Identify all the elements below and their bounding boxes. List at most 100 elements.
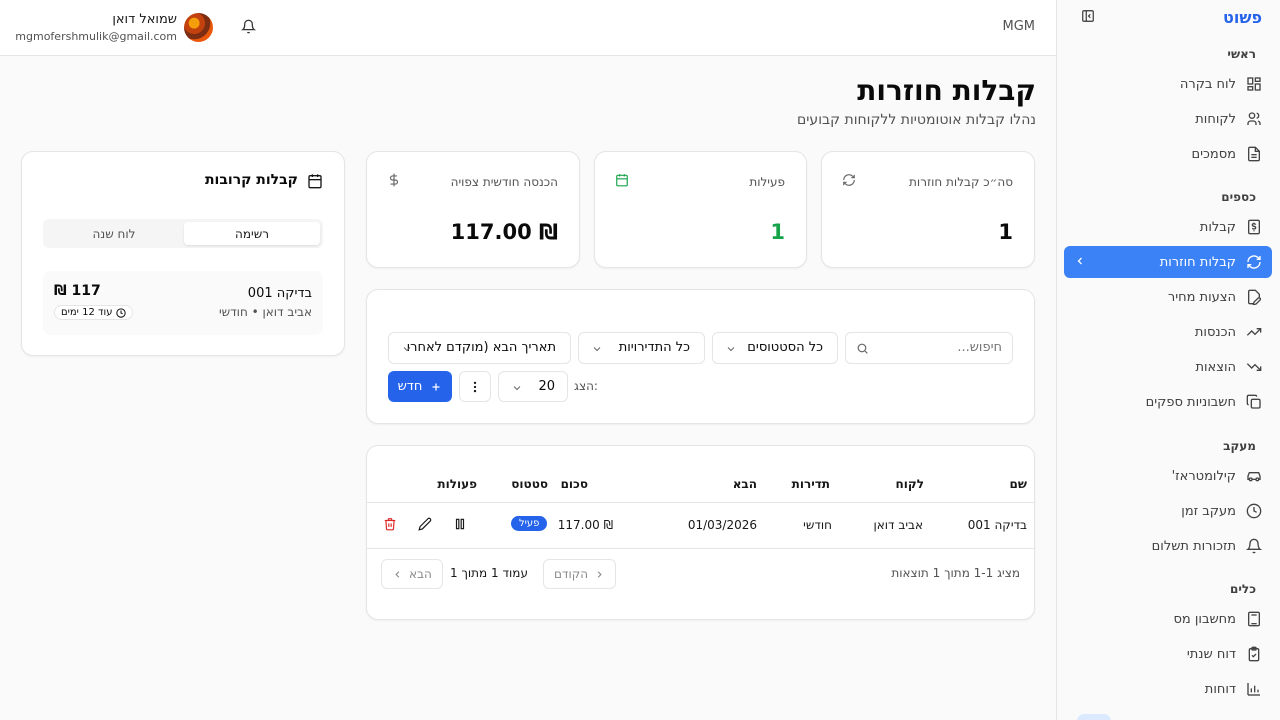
sidebar-item-reports[interactable]: דוחות — [1064, 673, 1272, 705]
more-vertical-icon — [468, 380, 482, 394]
stat-card-total: סה״כ קבלות חוזרות 1 — [821, 151, 1035, 268]
col-header-amount[interactable]: סכום — [561, 477, 588, 491]
stat-value: ₪ 117.00 — [450, 220, 558, 244]
edit-icon[interactable] — [418, 517, 432, 531]
sidebar-item-label: לקוחות — [1195, 111, 1236, 127]
filters-panel: כל הסטטוסים כל התדירויות תאריך הבא (מוקד… — [366, 289, 1035, 424]
col-header-frequency[interactable]: תדירות — [792, 477, 830, 491]
upcoming-title: קבלות קרובות — [204, 172, 298, 188]
sidebar-item-quotes[interactable]: הצעות מחיר — [1064, 281, 1272, 313]
upcoming-item[interactable]: בדיקה 001 אביב דואן • חודשי 117 ₪ עוד 12… — [43, 271, 323, 335]
tab-list[interactable]: רשימה — [184, 222, 320, 245]
sidebar-item-label: לוח בקרה — [1179, 76, 1236, 92]
sidebar-item-label: קבלות — [1199, 219, 1236, 235]
upcoming-receipts-card: קבלות קרובות רשימה לוח שנה בדיקה 001 אבי… — [21, 151, 345, 356]
upcoming-item-sub: אביב דואן • חודשי — [218, 305, 312, 319]
page-size-label: הצג: — [574, 379, 598, 393]
view-tabs: רשימה לוח שנה — [43, 219, 323, 248]
clipboard-check-icon — [1246, 646, 1262, 662]
sidebar-item-documents[interactable]: מסמכים — [1064, 138, 1272, 170]
page-size-value: 20 — [538, 379, 555, 394]
sidebar-item-label: קילומטראז' — [1171, 468, 1236, 484]
col-header-next[interactable]: הבא — [733, 477, 757, 491]
sidebar-item-label: הכנסות — [1194, 324, 1236, 340]
sidebar-item-receipts[interactable]: קבלות — [1064, 211, 1272, 243]
delete-icon[interactable] — [383, 517, 397, 531]
sidebar-item-label: מחשבון מס — [1173, 611, 1236, 627]
sidebar-item-recurring[interactable]: קבלות חוזרות — [1064, 246, 1272, 278]
sidebar-item-payment-reminders[interactable]: תזכורות תשלום — [1064, 530, 1272, 562]
brand-logo[interactable]: פשוט — [1223, 8, 1262, 27]
stat-value: 1 — [770, 220, 785, 244]
dollar-icon — [387, 173, 401, 187]
sort-select[interactable]: תאריך הבא (מוקדם לאחרו — [388, 332, 571, 364]
search-field[interactable] — [845, 332, 1013, 364]
top-bar: MGM שמואל דואן mgmofershmulik@gmail.com — [0, 0, 1056, 56]
prev-label: הקודם — [554, 567, 589, 581]
chevron-left-icon — [1074, 255, 1086, 267]
car-icon — [1246, 468, 1262, 484]
cell-frequency: חודשי — [803, 518, 832, 532]
search-input[interactable] — [872, 340, 1002, 355]
sidebar-item-dashboard[interactable]: לוח בקרה — [1064, 68, 1272, 100]
next-label: הבא — [409, 567, 432, 581]
sidebar-item-tax-calculator[interactable]: מחשבון מס — [1064, 603, 1272, 635]
sidebar-item-annual-report[interactable]: דוח שנתי — [1064, 638, 1272, 670]
frequency-select[interactable]: כל התדירויות — [578, 332, 705, 364]
recurring-table: שם לקוח תדירות הבא סכום סטטוס פעולות בדי… — [366, 445, 1035, 620]
stat-label: פעילות — [749, 175, 785, 189]
workspace-name[interactable]: MGM — [1002, 19, 1035, 34]
sidebar-item-mileage[interactable]: קילומטראז' — [1064, 460, 1272, 492]
new-recurring-button[interactable]: חדש — [388, 371, 452, 402]
col-header-client[interactable]: לקוח — [896, 477, 924, 491]
status-badge: פעיל — [511, 516, 548, 531]
row-divider — [367, 548, 1034, 549]
section-tools: כלים — [1230, 582, 1256, 596]
trending-up-icon — [1246, 324, 1262, 340]
chevron-down-icon — [511, 382, 523, 394]
sidebar-item-label: הוצאות — [1195, 359, 1236, 375]
sidebar-toggle-icon[interactable] — [1081, 9, 1095, 23]
bar-chart-icon — [1246, 681, 1262, 697]
stat-value: 1 — [998, 220, 1013, 244]
pause-icon[interactable] — [453, 517, 467, 531]
chevron-left-icon — [392, 569, 403, 580]
sidebar-item-label: דוחות — [1204, 681, 1236, 697]
header-divider — [367, 502, 1034, 503]
next-page-button[interactable]: הבא — [381, 559, 443, 589]
sidebar-item-expenses[interactable]: הוצאות — [1064, 351, 1272, 383]
sidebar-item-income[interactable]: הכנסות — [1064, 316, 1272, 348]
page-info: עמוד 1 מתוך 1 — [450, 566, 528, 580]
bell-icon — [1246, 538, 1262, 554]
stat-label: הכנסה חודשית צפויה — [450, 175, 558, 189]
search-icon — [856, 342, 869, 355]
sidebar-item-time-tracking[interactable]: מעקב זמן — [1064, 495, 1272, 527]
section-money: כספים — [1221, 190, 1256, 204]
notifications-bell-icon[interactable] — [241, 19, 256, 34]
sidebar-item-clients[interactable]: לקוחות — [1064, 103, 1272, 135]
section-main: ראשי — [1227, 47, 1256, 61]
tab-calendar[interactable]: לוח שנה — [46, 222, 182, 245]
section-tracking: מעקב — [1223, 439, 1256, 453]
col-header-name[interactable]: שם — [1010, 477, 1027, 491]
chevron-down-icon — [401, 343, 413, 355]
refresh-icon — [1246, 254, 1262, 270]
page-subtitle: נהלו קבלות אוטומטיות ללקוחות קבועים — [797, 112, 1036, 128]
sidebar-item-supplier-invoices[interactable]: חשבוניות ספקים — [1064, 386, 1272, 418]
more-options-button[interactable] — [459, 371, 491, 402]
col-header-status[interactable]: סטטוס — [511, 477, 548, 491]
status-select[interactable]: כל הסטטוסים — [712, 332, 838, 364]
receipt-icon — [1246, 219, 1262, 235]
upcoming-item-name: בדיקה 001 — [247, 286, 312, 301]
sidebar-item-label: קבלות חוזרות — [1159, 254, 1236, 270]
stat-card-monthly: הכנסה חודשית צפויה ₪ 117.00 — [366, 151, 580, 268]
prev-page-button[interactable]: הקודם — [543, 559, 617, 589]
cell-client: אביב דואן — [873, 518, 923, 532]
page-title: קבלות חוזרות — [857, 74, 1036, 107]
stat-label: סה״כ קבלות חוזרות — [909, 175, 1013, 189]
user-avatar[interactable] — [184, 13, 213, 42]
page-size-select[interactable]: 20 — [498, 371, 568, 402]
status-select-value: כל הסטטוסים — [747, 340, 823, 355]
sidebar-scroll-hint — [1077, 714, 1111, 720]
col-header-actions: פעולות — [437, 477, 477, 491]
